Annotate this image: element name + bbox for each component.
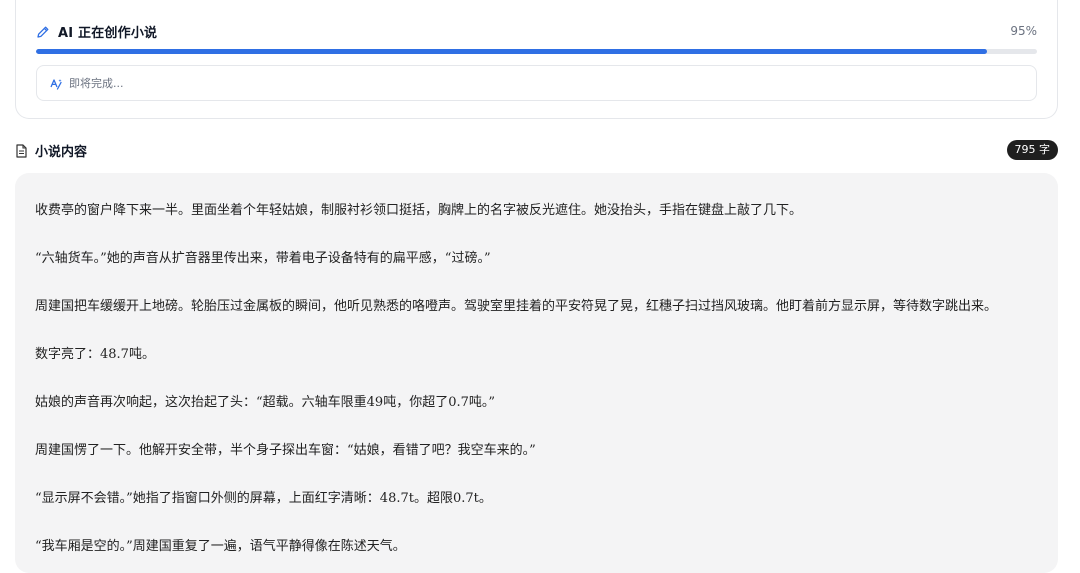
paragraph: “六轴货车。”她的声音从扩音器里传出来，带着电子设备特有的扁平感，“过磅。” (35, 251, 491, 266)
word-count-badge: 795 字 (1006, 140, 1058, 160)
document-icon (15, 143, 28, 158)
progress-header: AI 正在创作小说 95% (36, 20, 1037, 42)
paragraph: 周建国把车缓缓开上地磅。轮胎压过金属板的瞬间，他听见熟悉的咯噔声。驾驶室里挂着的… (35, 299, 998, 314)
paragraph: 姑娘的声音再次响起，这次抬起了头：“超载。六轴车限重49吨，你超了0.7吨。” (35, 395, 496, 410)
progress-percent: 95% (1010, 24, 1037, 38)
pencil-icon (36, 24, 50, 38)
status-box: 即将完成... (36, 65, 1037, 101)
novel-section-header: 小说内容 795 字 (15, 139, 1058, 161)
paragraph: 收费亭的窗户降下来一半。里面坐着个年轻姑娘，制服衬衫领口挺括，胸牌上的名字被反光… (35, 203, 803, 218)
novel-content: 收费亭的窗户降下来一半。里面坐着个年轻姑娘，制服衬衫领口挺括，胸牌上的名字被反光… (15, 173, 1058, 573)
progress-title: AI 正在创作小说 (58, 25, 158, 41)
paragraph: 周建国愣了一下。他解开安全带，半个身子探出车窗：“姑娘，看错了吧？我空车来的。” (35, 443, 536, 458)
section-title: 小说内容 (35, 144, 88, 160)
paragraph: 数字亮了：48.7吨。 (35, 347, 155, 362)
section-title-wrap: 小说内容 (15, 141, 87, 160)
progress-title-wrap: AI 正在创作小说 (36, 22, 157, 41)
paragraph: “我车厢是空的。”周建国重复了一遍，语气平静得像在陈述天气。 (35, 539, 406, 554)
progress-card: AI 正在创作小说 95% 即将完成... (15, 0, 1058, 119)
progress-bar (36, 49, 1037, 54)
paragraph: “显示屏不会错。”她指了指窗口外侧的屏幕，上面红字清晰：48.7t。超限0.7t… (35, 491, 492, 506)
status-text: 即将完成... (69, 77, 124, 90)
progress-bar-fill (36, 49, 987, 54)
sparkle-icon (49, 76, 63, 90)
